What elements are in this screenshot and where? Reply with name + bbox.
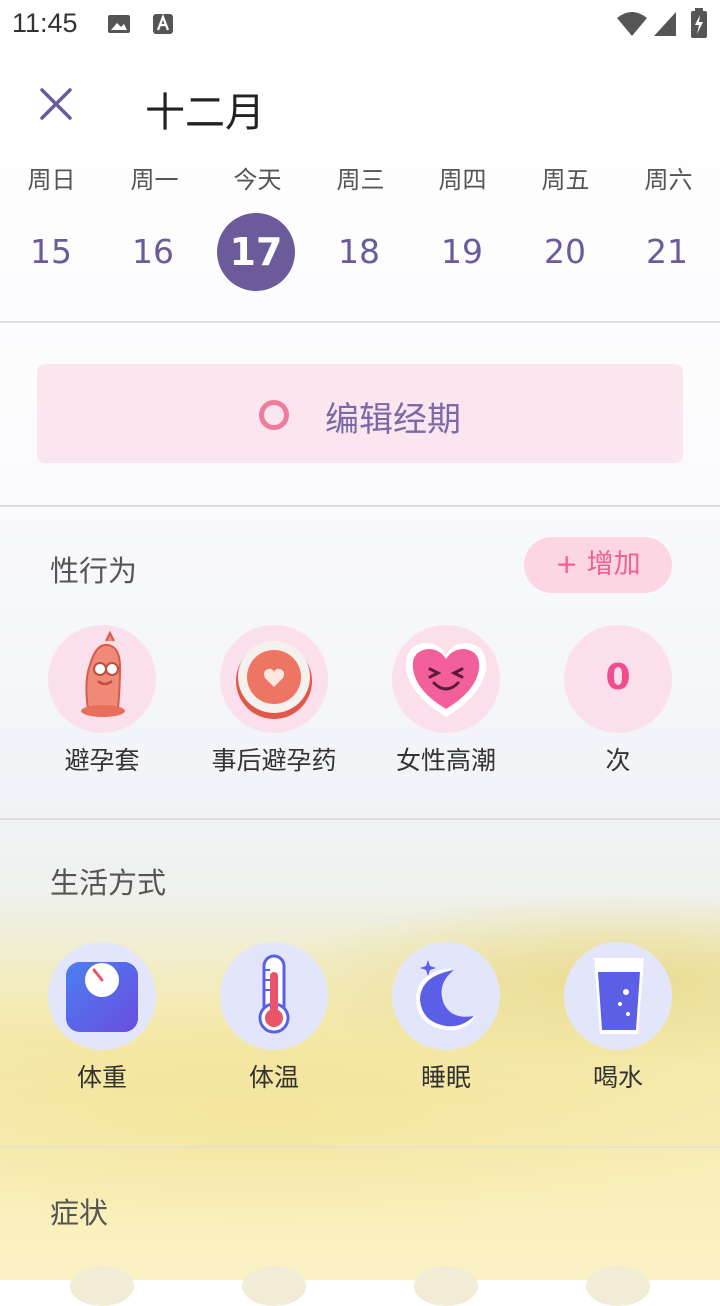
weekday-label: 周四 — [438, 166, 487, 194]
text-notification-icon — [152, 12, 174, 40]
symptom-circle-partial[interactable] — [242, 1266, 306, 1306]
weekday-row: 周日 周一 今天 周三 周四 周五 周六 — [0, 160, 720, 200]
moon-icon — [392, 942, 500, 1050]
count-unit-label: 次 — [605, 746, 631, 775]
close-icon — [40, 88, 72, 120]
month-title: 十二月 — [145, 90, 265, 136]
edit-period-label: 编辑经期 — [325, 400, 461, 440]
weekday-label: 周五 — [541, 166, 590, 194]
date-cell[interactable]: 15 — [11, 212, 91, 292]
date-cell[interactable]: 16 — [113, 212, 193, 292]
lifestyle-item-label: 体重 — [76, 1063, 127, 1092]
sex-item-condom[interactable]: 避孕套 — [16, 625, 188, 777]
lifestyle-item-label: 体温 — [248, 1063, 299, 1092]
weekday-label: 周日 — [27, 166, 76, 194]
date-cell[interactable]: 18 — [319, 212, 399, 292]
lifestyle-item-weight[interactable]: 体重 — [16, 942, 188, 1094]
divider — [0, 505, 720, 507]
symptom-circle-partial[interactable] — [586, 1266, 650, 1306]
scale-icon — [48, 942, 156, 1050]
count-value: 0 — [605, 657, 631, 698]
water-glass-icon — [564, 942, 672, 1050]
section-title-symptoms: 症状 — [50, 1196, 109, 1230]
date-cell[interactable]: 19 — [422, 212, 502, 292]
sex-item-label: 事后避孕药 — [211, 746, 337, 775]
weekday-label: 周三 — [336, 166, 385, 194]
divider — [0, 818, 720, 820]
weekday-label: 周六 — [644, 166, 693, 194]
count-circle: 0 — [564, 625, 672, 733]
sex-count[interactable]: 0 次 — [532, 625, 704, 777]
sex-item-label: 避孕套 — [64, 746, 140, 775]
date-cell[interactable]: 21 — [627, 212, 707, 292]
condom-icon — [48, 625, 156, 733]
pill-icon — [220, 625, 328, 733]
close-button[interactable] — [36, 84, 76, 124]
divider — [0, 1146, 720, 1148]
status-bar: 11:45 — [0, 0, 720, 50]
heart-face-icon — [392, 625, 500, 733]
edit-period-button[interactable]: 编辑经期 — [37, 364, 683, 463]
date-row: 15 16 17 18 19 20 21 — [0, 212, 720, 292]
add-sex-button[interactable]: + 增加 — [524, 537, 672, 593]
status-time: 11:45 — [12, 8, 78, 38]
date-cell[interactable]: 20 — [525, 212, 605, 292]
thermometer-icon — [220, 942, 328, 1050]
period-ring-icon — [259, 400, 289, 430]
wifi-icon — [616, 10, 648, 42]
signal-icon — [652, 10, 678, 42]
symptom-circle-partial[interactable] — [70, 1266, 134, 1306]
lifestyle-item-temperature[interactable]: 体温 — [188, 942, 360, 1094]
lifestyle-item-water[interactable]: 喝水 — [532, 942, 704, 1094]
section-title-lifestyle: 生活方式 — [50, 866, 167, 900]
sex-item-orgasm[interactable]: 女性高潮 — [360, 625, 532, 777]
lifestyle-item-label: 喝水 — [592, 1063, 643, 1092]
section-title-sex: 性行为 — [50, 554, 138, 588]
gallery-notification-icon — [107, 12, 131, 40]
weekday-label: 今天 — [233, 166, 282, 194]
symptom-circle-partial[interactable] — [414, 1266, 478, 1306]
lifestyle-item-label: 睡眠 — [420, 1063, 471, 1092]
sex-item-label: 女性高潮 — [395, 746, 496, 775]
lifestyle-item-sleep[interactable]: 睡眠 — [360, 942, 532, 1094]
sex-item-pill[interactable]: 事后避孕药 — [188, 625, 360, 777]
date-cell-today[interactable]: 17 — [217, 213, 295, 291]
battery-charging-icon — [690, 8, 708, 42]
weekday-label: 周一 — [130, 166, 179, 194]
divider — [0, 321, 720, 323]
